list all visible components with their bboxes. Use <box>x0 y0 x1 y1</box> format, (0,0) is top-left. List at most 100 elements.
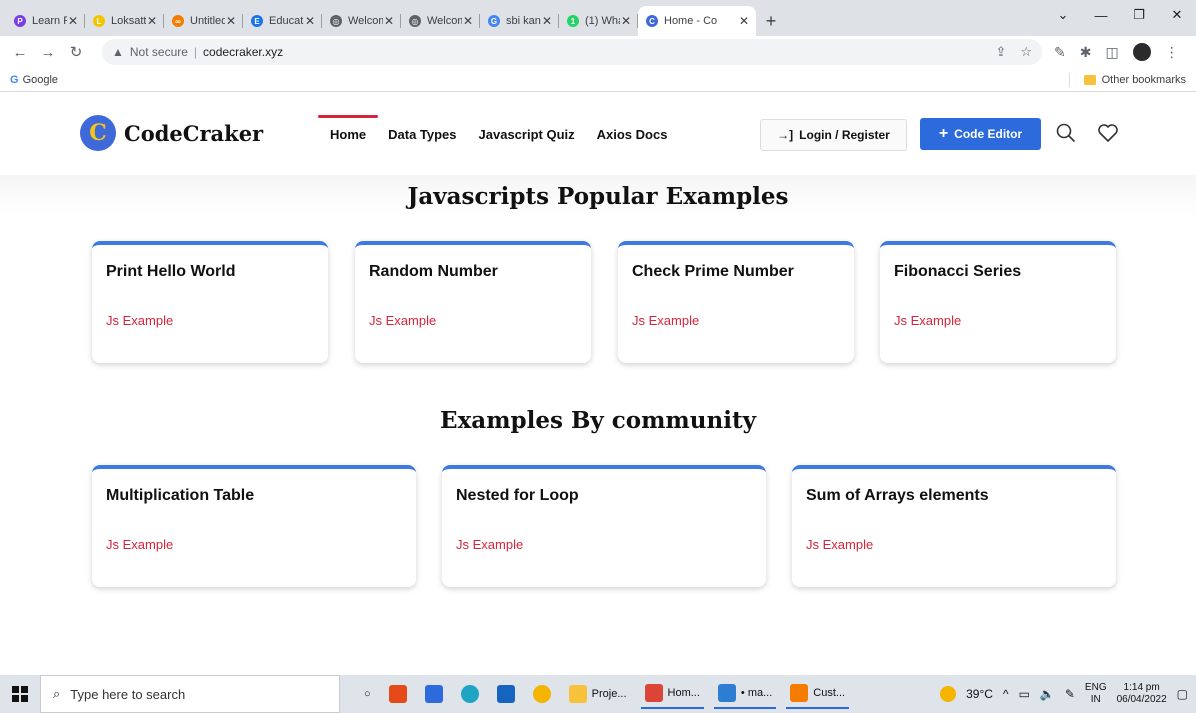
browser-tab[interactable]: ◎ Welcome✕ <box>401 6 480 36</box>
share-icon[interactable]: ⇪ <box>995 44 1006 60</box>
bookmark-google[interactable]: Google <box>23 74 58 86</box>
mail-app-icon[interactable] <box>493 679 519 709</box>
windows-start-button[interactable] <box>0 675 40 713</box>
tab-close-icon[interactable]: ✕ <box>383 14 395 28</box>
office-app-icon[interactable] <box>385 679 411 709</box>
example-card[interactable]: Fibonacci Series Js Example <box>880 241 1116 363</box>
tab-title: Educationa <box>269 15 304 27</box>
example-card[interactable]: Print Hello World Js Example <box>92 241 328 363</box>
reload-button[interactable]: ↻ <box>64 43 88 61</box>
site-logo[interactable]: C CodeCraker <box>80 115 263 151</box>
other-bookmarks[interactable]: Other bookmarks <box>1068 72 1186 87</box>
example-card[interactable]: Random Number Js Example <box>355 241 591 363</box>
card-subtitle[interactable]: Js Example <box>369 313 577 328</box>
example-card[interactable]: Sum of Arrays elements Js Example <box>792 465 1116 587</box>
card-subtitle[interactable]: Js Example <box>106 537 402 552</box>
taskbar-search-placeholder: Type here to search <box>70 686 186 702</box>
weather-sun-icon[interactable] <box>940 686 957 702</box>
notification-icon[interactable]: ▢ <box>1177 687 1188 701</box>
clock[interactable]: 1:14 pm 06/04/2022 <box>1117 682 1167 706</box>
tab-close-icon[interactable]: ✕ <box>225 14 237 28</box>
forward-button[interactable]: → <box>36 44 60 61</box>
code-editor-button[interactable]: + Code Editor <box>920 118 1041 150</box>
address-separator: | <box>193 45 198 59</box>
minimize-button[interactable]: — <box>1082 8 1120 23</box>
extension-icon[interactable]: ✎ <box>1054 44 1066 61</box>
browser-tab[interactable]: P Learn Pyth✕ <box>6 6 85 36</box>
address-bar[interactable]: ▲ Not secure | codecraker.xyz ⇪ ☆ <box>102 39 1042 65</box>
browser-tab[interactable]: 1 (1) WhatsA✕ <box>559 6 638 36</box>
restore-button[interactable]: ❐ <box>1120 7 1158 23</box>
taskbar-app[interactable]: • ma... <box>713 679 777 709</box>
example-card[interactable]: Multiplication Table Js Example <box>92 465 416 587</box>
taskbar-app-label: Hom... <box>667 687 700 699</box>
login-register-button[interactable]: →] Login / Register <box>760 119 907 151</box>
new-tab-button[interactable]: + <box>756 6 786 36</box>
tab-close-icon[interactable]: ✕ <box>304 14 316 28</box>
heart-icon[interactable] <box>1096 121 1120 145</box>
card-subtitle[interactable]: Js Example <box>456 537 752 552</box>
taskbar-app[interactable]: Proje... <box>565 679 631 709</box>
main-nav: Home Data Types Javascript Quiz Axios Do… <box>317 115 668 142</box>
browser-tab[interactable]: L Loksatta lo✕ <box>85 6 164 36</box>
edge-app-icon[interactable] <box>457 679 483 709</box>
nav-javascript-quiz[interactable]: Javascript Quiz <box>479 115 575 142</box>
taskbar-app[interactable]: Cust... <box>786 679 850 709</box>
browser-tab[interactable]: Gsbi kannad✕ <box>480 6 559 36</box>
tray-chevron-icon[interactable]: ^ <box>1003 687 1009 701</box>
card-subtitle[interactable]: Js Example <box>806 537 1102 552</box>
bookmarks-bar: G Google Other bookmarks <box>0 68 1196 92</box>
taskbar-app-label: Cust... <box>813 687 846 699</box>
example-card[interactable]: Nested for Loop Js Example <box>442 465 766 587</box>
extensions-puzzle-icon[interactable]: ✱ <box>1080 44 1092 61</box>
close-window-button[interactable]: ✕ <box>1158 7 1196 23</box>
tab-close-icon[interactable]: ✕ <box>738 14 750 28</box>
tab-title: Learn Pyth <box>32 15 67 27</box>
tab-favicon-icon: ◎ <box>330 15 342 27</box>
card-subtitle[interactable]: Js Example <box>894 313 1102 328</box>
logo-icon: C <box>80 115 116 151</box>
language-indicator[interactable]: ENG IN <box>1085 682 1107 706</box>
language-label: ENG <box>1084 682 1107 693</box>
taskbar-app-icon <box>568 685 587 703</box>
menu-kebab-icon[interactable]: ⋮ <box>1165 44 1179 61</box>
browser-tab[interactable]: ∞ Untitled2.i✕ <box>164 6 243 36</box>
taskbar-search[interactable]: ⌕ Type here to search <box>40 675 340 713</box>
weather-text[interactable]: 39°C <box>966 687 993 701</box>
chrome-app-icon[interactable] <box>529 679 555 709</box>
warning-icon[interactable]: ▲ <box>112 45 124 59</box>
battery-icon[interactable]: ▭ <box>1019 687 1030 701</box>
section-title-popular: Javascripts Popular Examples <box>407 183 789 210</box>
nav-data-types[interactable]: Data Types <box>388 115 456 142</box>
nav-axios-docs[interactable]: Axios Docs <box>597 115 668 142</box>
browser-tab[interactable]: C Home - Co ✕ <box>638 6 756 36</box>
tab-favicon-icon: ∞ <box>172 15 184 27</box>
browser-tab[interactable]: ◎ Welcome✕ <box>322 6 401 36</box>
task-view-icon[interactable]: ○ <box>360 679 375 709</box>
tab-search-icon[interactable]: ⌄ <box>1044 7 1082 23</box>
volume-icon[interactable]: 🔈 <box>1040 687 1055 701</box>
tab-title: Welcome <box>427 15 462 27</box>
tab-close-icon[interactable]: ✕ <box>146 14 158 28</box>
pen-icon[interactable]: ✎ <box>1065 687 1075 701</box>
tab-close-icon[interactable]: ✕ <box>67 14 79 28</box>
window-controls: ⌄ — ❐ ✕ <box>1044 0 1196 30</box>
tab-close-icon[interactable]: ✕ <box>541 14 553 28</box>
card-subtitle[interactable]: Js Example <box>632 313 840 328</box>
browser-tab[interactable]: E Educationa✕ <box>243 6 322 36</box>
card-title: Random Number <box>369 263 498 280</box>
card-title: Nested for Loop <box>456 487 579 504</box>
search-icon[interactable] <box>1054 121 1078 145</box>
store-app-icon[interactable] <box>421 679 447 709</box>
taskbar-app[interactable]: Hom... <box>640 679 704 709</box>
nav-home[interactable]: Home <box>317 115 379 142</box>
side-panel-icon[interactable]: ◫ <box>1105 44 1118 61</box>
profile-avatar[interactable] <box>1132 43 1151 61</box>
card-subtitle[interactable]: Js Example <box>106 313 314 328</box>
bookmark-star-icon[interactable]: ☆ <box>1020 44 1032 60</box>
example-card[interactable]: Check Prime Number Js Example <box>618 241 854 363</box>
tab-close-icon[interactable]: ✕ <box>462 14 474 28</box>
back-button[interactable]: ← <box>8 44 32 61</box>
tab-close-icon[interactable]: ✕ <box>620 14 632 28</box>
taskbar-app-label: • ma... <box>740 687 773 699</box>
